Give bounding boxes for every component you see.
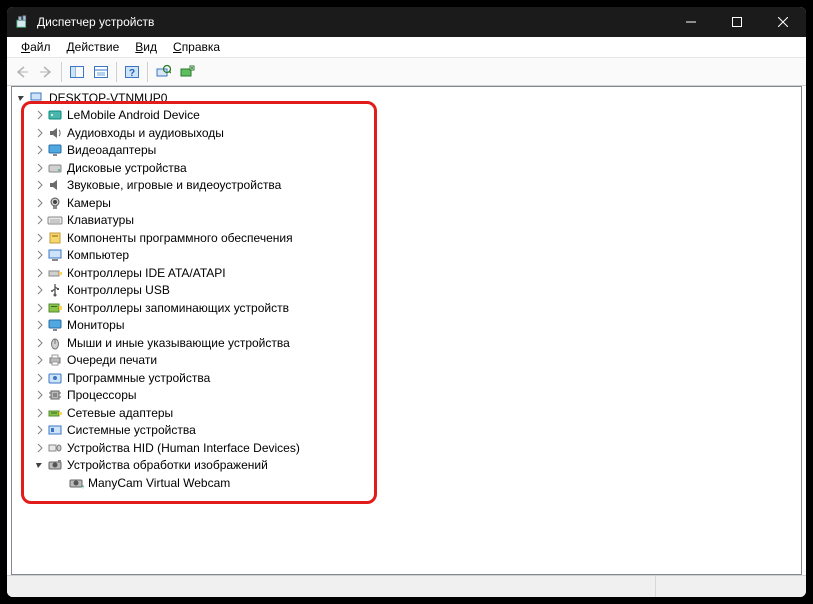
tree-category[interactable]: Устройства обработки изображений xyxy=(14,457,801,475)
menubar: Файл Действие Вид Справка xyxy=(7,37,806,58)
tree-pane[interactable]: DESKTOP-VTNMUP0 LeMobile Android Device Ау… xyxy=(11,86,802,575)
titlebar[interactable]: Диспетчер устройств xyxy=(7,7,806,37)
menu-action[interactable]: Действие xyxy=(59,38,128,56)
tree-category[interactable]: Мыши и иные указывающие устройства xyxy=(14,334,801,352)
category-icon xyxy=(47,387,63,403)
tree-category[interactable]: Контроллеры запоминающих устройств xyxy=(14,299,801,317)
tree-category[interactable]: Системные устройства xyxy=(14,422,801,440)
category-icon xyxy=(47,440,63,456)
category-label: Мониторы xyxy=(67,318,124,332)
tree-category[interactable]: Контроллеры USB xyxy=(14,282,801,300)
scan-hardware-button[interactable] xyxy=(152,61,174,83)
category-icon xyxy=(47,370,63,386)
tree-category[interactable]: Процессоры xyxy=(14,387,801,405)
category-label: Компьютер xyxy=(67,248,129,262)
tree-category[interactable]: Устройства HID (Human Interface Devices) xyxy=(14,439,801,457)
tree-category[interactable]: Видеоадаптеры xyxy=(14,142,801,160)
category-label: Контроллеры IDE ATA/ATAPI xyxy=(67,266,226,280)
category-label: Камеры xyxy=(67,196,111,210)
maximize-button[interactable] xyxy=(714,7,760,37)
category-label: Устройства HID (Human Interface Devices) xyxy=(67,441,300,455)
category-icon xyxy=(47,317,63,333)
back-button[interactable] xyxy=(11,61,33,83)
tree-category[interactable]: Компьютер xyxy=(14,247,801,265)
device-icon: + xyxy=(68,475,84,491)
category-icon xyxy=(47,195,63,211)
show-hide-tree-button[interactable] xyxy=(66,61,88,83)
tree-category[interactable]: Дисковые устройства xyxy=(14,159,801,177)
category-icon xyxy=(47,125,63,141)
menu-view[interactable]: Вид xyxy=(127,38,165,56)
window: Диспетчер устройств Файл Действие Вид Сп… xyxy=(7,7,806,597)
category-label: Системные устройства xyxy=(67,423,196,437)
category-icon xyxy=(47,422,63,438)
device-label: ManyCam Virtual Webcam xyxy=(88,476,230,490)
category-icon xyxy=(47,300,63,316)
category-label: Видеоадаптеры xyxy=(67,143,156,157)
svg-text:+: + xyxy=(81,484,84,491)
computer-icon xyxy=(29,90,45,106)
tree-category[interactable]: Аудиовходы и аудиовыходы xyxy=(14,124,801,142)
app-icon xyxy=(15,14,31,30)
add-legacy-hardware-button[interactable] xyxy=(176,61,198,83)
toolbar: ? xyxy=(7,58,806,86)
category-icon xyxy=(47,457,63,473)
menu-file[interactable]: Файл xyxy=(13,38,59,56)
close-button[interactable] xyxy=(760,7,806,37)
tree-category[interactable]: Мониторы xyxy=(14,317,801,335)
help-button[interactable]: ? xyxy=(121,61,143,83)
window-title: Диспетчер устройств xyxy=(37,15,668,29)
category-icon xyxy=(47,265,63,281)
category-label: Клавиатуры xyxy=(67,213,134,227)
category-icon xyxy=(47,335,63,351)
category-label: Контроллеры запоминающих устройств xyxy=(67,301,289,315)
tree-category[interactable]: Звуковые, игровые и видеоустройства xyxy=(14,177,801,195)
svg-text:?: ? xyxy=(129,68,135,79)
category-icon xyxy=(47,247,63,263)
tree-category[interactable]: Программные устройства xyxy=(14,369,801,387)
tree-category[interactable]: Камеры xyxy=(14,194,801,212)
root-label: DESKTOP-VTNMUP0 xyxy=(49,91,167,105)
category-label: Звуковые, игровые и видеоустройства xyxy=(67,178,281,192)
category-label: Контроллеры USB xyxy=(67,283,170,297)
tree-root[interactable]: DESKTOP-VTNMUP0 xyxy=(14,89,801,107)
minimize-button[interactable] xyxy=(668,7,714,37)
tree-category[interactable]: Очереди печати xyxy=(14,352,801,370)
category-icon xyxy=(47,212,63,228)
tree-category[interactable]: LeMobile Android Device xyxy=(14,107,801,125)
category-label: Компоненты программного обеспечения xyxy=(67,231,293,245)
category-label: Сетевые адаптеры xyxy=(67,406,173,420)
category-label: Устройства обработки изображений xyxy=(67,458,268,472)
category-icon xyxy=(47,107,63,123)
category-icon xyxy=(47,282,63,298)
category-icon xyxy=(47,177,63,193)
category-label: Очереди печати xyxy=(67,353,157,367)
category-icon xyxy=(47,352,63,368)
category-label: Программные устройства xyxy=(67,371,210,385)
category-label: LeMobile Android Device xyxy=(67,108,200,122)
tree-category[interactable]: Контроллеры IDE ATA/ATAPI xyxy=(14,264,801,282)
category-label: Мыши и иные указывающие устройства xyxy=(67,336,290,350)
properties-button[interactable] xyxy=(90,61,112,83)
category-label: Аудиовходы и аудиовыходы xyxy=(67,126,224,140)
menu-help[interactable]: Справка xyxy=(165,38,228,56)
category-icon xyxy=(47,142,63,158)
statusbar xyxy=(7,575,806,597)
tree-category[interactable]: Клавиатуры xyxy=(14,212,801,230)
category-icon xyxy=(47,160,63,176)
category-label: Дисковые устройства xyxy=(67,161,187,175)
tree-category[interactable]: Сетевые адаптеры xyxy=(14,404,801,422)
tree-category[interactable]: Компоненты программного обеспечения xyxy=(14,229,801,247)
category-label: Процессоры xyxy=(67,388,137,402)
forward-button[interactable] xyxy=(35,61,57,83)
category-icon xyxy=(47,230,63,246)
category-icon xyxy=(47,405,63,421)
tree-device[interactable]: + ManyCam Virtual Webcam xyxy=(14,474,801,492)
